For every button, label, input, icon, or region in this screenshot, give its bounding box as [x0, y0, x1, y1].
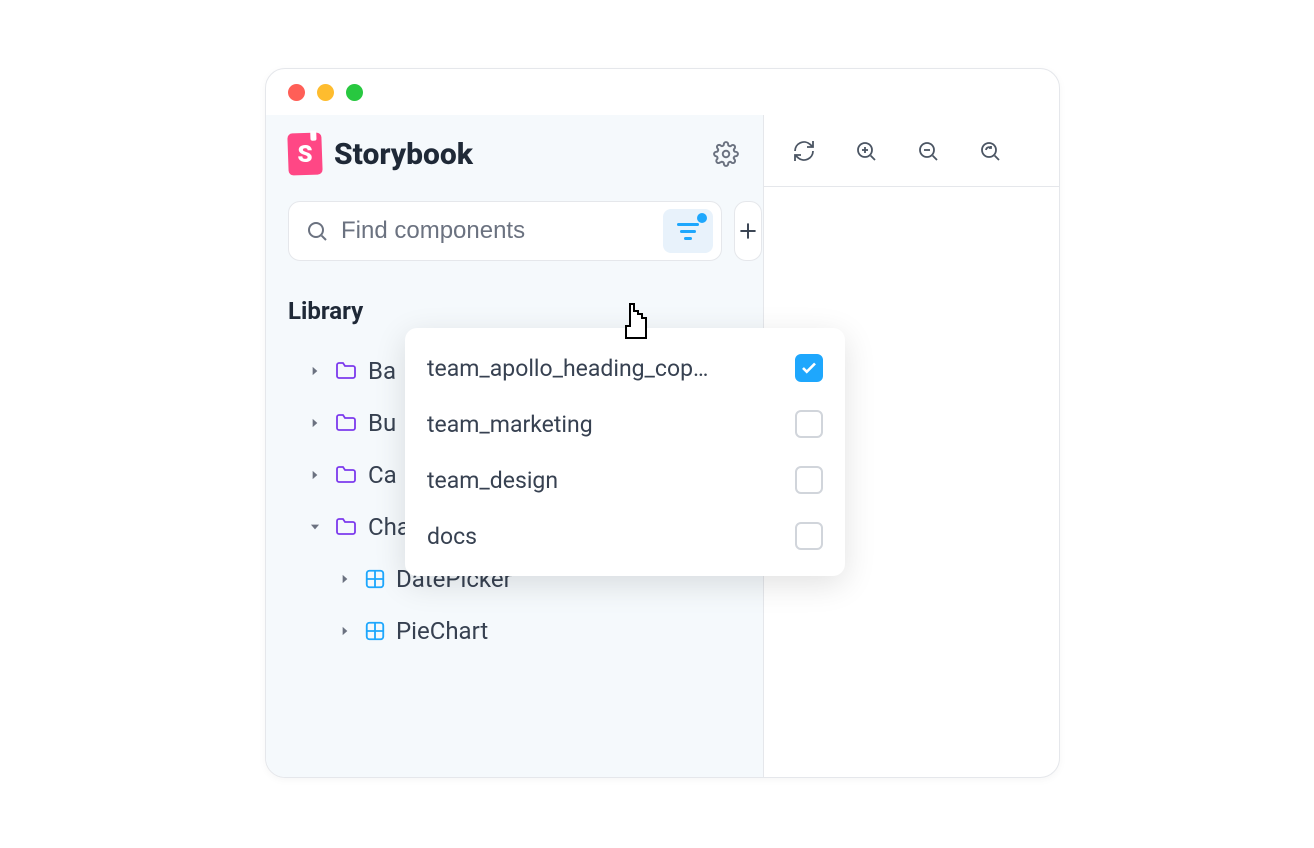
check-icon: [800, 359, 818, 377]
tree-item-label: Ca: [368, 461, 397, 489]
preview-toolbar: [764, 115, 1059, 187]
chevron-right-icon: [306, 364, 324, 378]
filter-active-indicator: [697, 213, 707, 223]
plus-icon: [735, 218, 761, 244]
search-input[interactable]: [341, 217, 651, 245]
folder-icon: [334, 463, 358, 487]
storybook-logo-icon: S: [287, 132, 322, 175]
zoom-reset-button[interactable]: [976, 137, 1004, 165]
filter-option-label: team_design: [427, 467, 558, 494]
checkbox-unchecked[interactable]: [795, 410, 823, 438]
sync-icon: [792, 139, 816, 163]
search-icon: [305, 219, 329, 243]
filter-option-label: team_marketing: [427, 411, 593, 438]
brand-title: Storybook: [334, 137, 473, 172]
filter-option[interactable]: team_apollo_heading_cop…: [405, 340, 845, 396]
zoom-in-button[interactable]: [852, 137, 880, 165]
sync-button[interactable]: [790, 137, 818, 165]
brand: S Storybook: [288, 133, 473, 175]
traffic-light-close[interactable]: [288, 84, 305, 101]
chevron-right-icon: [336, 572, 354, 586]
checkbox-checked[interactable]: [795, 354, 823, 382]
chevron-right-icon: [336, 624, 354, 638]
checkbox-unchecked[interactable]: [795, 522, 823, 550]
tree-item-label: Ba: [368, 357, 396, 385]
folder-icon: [334, 359, 358, 383]
folder-icon: [334, 515, 358, 539]
zoom-out-button[interactable]: [914, 137, 942, 165]
zoom-in-icon: [854, 139, 878, 163]
add-button[interactable]: [734, 201, 762, 261]
filter-option-label: team_apollo_heading_cop…: [427, 355, 708, 382]
component-icon: [364, 620, 386, 642]
settings-button[interactable]: [711, 139, 741, 169]
chevron-down-icon: [306, 520, 324, 534]
section-label: Library: [288, 297, 741, 325]
filter-dropdown: team_apollo_heading_cop… team_marketing …: [405, 328, 845, 576]
search-box[interactable]: [288, 201, 722, 261]
brand-row: S Storybook: [288, 133, 741, 175]
component-icon: [364, 568, 386, 590]
filter-button[interactable]: [663, 209, 713, 253]
tree-component[interactable]: PieChart: [288, 609, 741, 653]
chevron-right-icon: [306, 416, 324, 430]
traffic-light-minimize[interactable]: [317, 84, 334, 101]
folder-icon: [334, 411, 358, 435]
checkbox-unchecked[interactable]: [795, 466, 823, 494]
chevron-right-icon: [306, 468, 324, 482]
filter-option[interactable]: docs: [405, 508, 845, 564]
gear-icon: [713, 141, 739, 167]
filter-option-label: docs: [427, 523, 477, 550]
tree-item-label: Bu: [368, 409, 396, 437]
zoom-reset-icon: [978, 139, 1002, 163]
tree-item-label: PieChart: [396, 617, 488, 645]
search-row: [288, 201, 741, 261]
filter-icon: [677, 223, 699, 240]
window-titlebar: [266, 69, 1059, 115]
filter-option[interactable]: team_marketing: [405, 396, 845, 452]
zoom-out-icon: [916, 139, 940, 163]
traffic-light-zoom[interactable]: [346, 84, 363, 101]
filter-option[interactable]: team_design: [405, 452, 845, 508]
